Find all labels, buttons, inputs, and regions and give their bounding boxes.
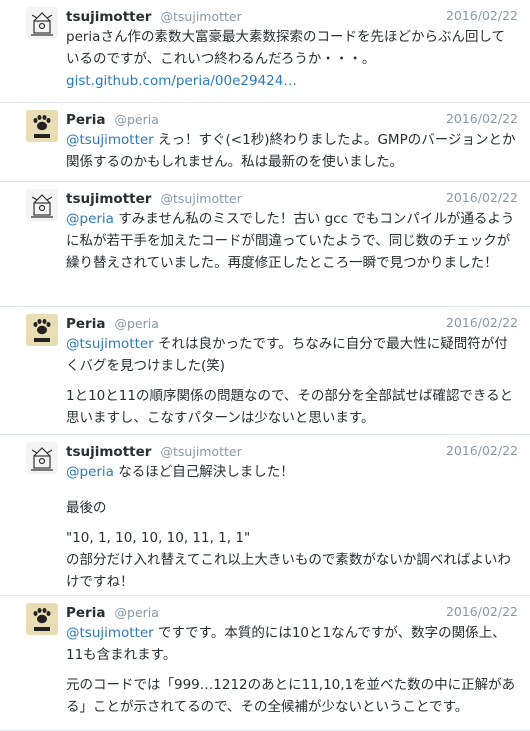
tweet-body: @tsujimotter ですです。本質的には10と1なんですが、数字の関係上、… (66, 622, 518, 718)
paw-print-icon (26, 314, 58, 346)
tweet[interactable]: Peria @peria 2016/02/22 @tsujimotter それは… (0, 307, 530, 435)
tweet-date[interactable]: 2016/02/22 (446, 6, 518, 26)
tweet-text: 元のコードでは「999…1212のあとに11,10,1を並べた数の中に正解がある… (66, 677, 516, 715)
tweet-text: 最後の (66, 500, 107, 516)
author-handle[interactable]: @peria (115, 316, 159, 331)
rocket-doodle-icon (26, 189, 58, 221)
author-name[interactable]: tsujimotter (66, 191, 151, 207)
tweet-text: 1と10と11の順序関係の問題なので、その部分を全部試せば確認できると思いますし… (66, 388, 514, 426)
tweet[interactable]: tsujimotter @tsujimotter 2016/02/22 @per… (0, 182, 530, 307)
mention-link[interactable]: @tsujimotter (66, 132, 154, 148)
tweet-body: @tsujimotter えっ！すぐ(<1秒)終わりましたよ。GMPのバージョン… (66, 129, 518, 173)
tweet-date[interactable]: 2016/02/22 (446, 109, 518, 129)
author-name[interactable]: Peria (66, 316, 105, 332)
avatar[interactable] (26, 189, 58, 221)
tweet-feed: tsujimotter @tsujimotter 2016/02/22 peri… (0, 0, 530, 731)
paw-print-icon (26, 110, 58, 142)
author-handle[interactable]: @tsujimotter (161, 9, 242, 24)
rocket-doodle-icon (26, 7, 58, 39)
tweet-date[interactable]: 2016/02/22 (446, 313, 518, 333)
mention-link[interactable]: @peria (66, 211, 114, 227)
mention-link[interactable]: @peria (66, 464, 114, 480)
author-name[interactable]: Peria (66, 112, 105, 128)
mention-link[interactable]: @tsujimotter (66, 625, 154, 641)
tweet-date[interactable]: 2016/02/22 (446, 441, 518, 461)
tweet-body: periaさん作の素数大富豪最大素数探索のコードを先ほどからぶん回しているのです… (66, 26, 518, 92)
author-handle[interactable]: @peria (115, 605, 159, 620)
tweet-link[interactable]: gist.github.com/peria/00e29424… (66, 73, 297, 89)
tweet[interactable]: tsujimotter @tsujimotter 2016/02/22 @per… (0, 435, 530, 596)
tweet-date[interactable]: 2016/02/22 (446, 188, 518, 208)
author-name[interactable]: Peria (66, 605, 105, 621)
mention-link[interactable]: @tsujimotter (66, 336, 154, 352)
avatar[interactable] (26, 314, 58, 346)
avatar[interactable] (26, 7, 58, 39)
author-handle[interactable]: @tsujimotter (161, 444, 242, 459)
avatar[interactable] (26, 442, 58, 474)
tweet-text: なるほど自己解決しました！ (113, 464, 294, 480)
avatar[interactable] (26, 110, 58, 142)
author-name[interactable]: tsujimotter (66, 444, 151, 460)
tweet[interactable]: Peria @peria 2016/02/22 @tsujimotter えっ！… (0, 103, 530, 182)
tweet-text: periaさん作の素数大富豪最大素数探索のコードを先ほどからぶん回しているのです… (66, 29, 506, 67)
paw-print-icon (26, 603, 58, 635)
tweet-text: "10, 1, 10, 10, 10, 11, 1, 1" の部分だけ入れ替えて… (66, 530, 511, 590)
avatar[interactable] (26, 603, 58, 635)
tweet-date[interactable]: 2016/02/22 (446, 602, 518, 622)
author-handle[interactable]: @tsujimotter (161, 191, 242, 206)
tweet-body: @peria なるほど自己解決しました！ 最後の "10, 1, 10, 10,… (66, 461, 518, 593)
tweet[interactable]: Peria @peria 2016/02/22 @tsujimotter ですで… (0, 596, 530, 731)
tweet-body: @peria すみません私のミスでした！古い gcc でもコンパイルが通るように… (66, 208, 518, 274)
rocket-doodle-icon (26, 442, 58, 474)
author-name[interactable]: tsujimotter (66, 9, 151, 25)
tweet-text: すみません私のミスでした！古い gcc でもコンパイルが通るように私が若干手を加… (66, 211, 515, 271)
author-handle[interactable]: @peria (115, 112, 159, 127)
tweet-body: @tsujimotter それは良かったです。ちなみに自分で最大性に疑問符が付く… (66, 333, 518, 429)
tweet[interactable]: tsujimotter @tsujimotter 2016/02/22 peri… (0, 0, 530, 103)
